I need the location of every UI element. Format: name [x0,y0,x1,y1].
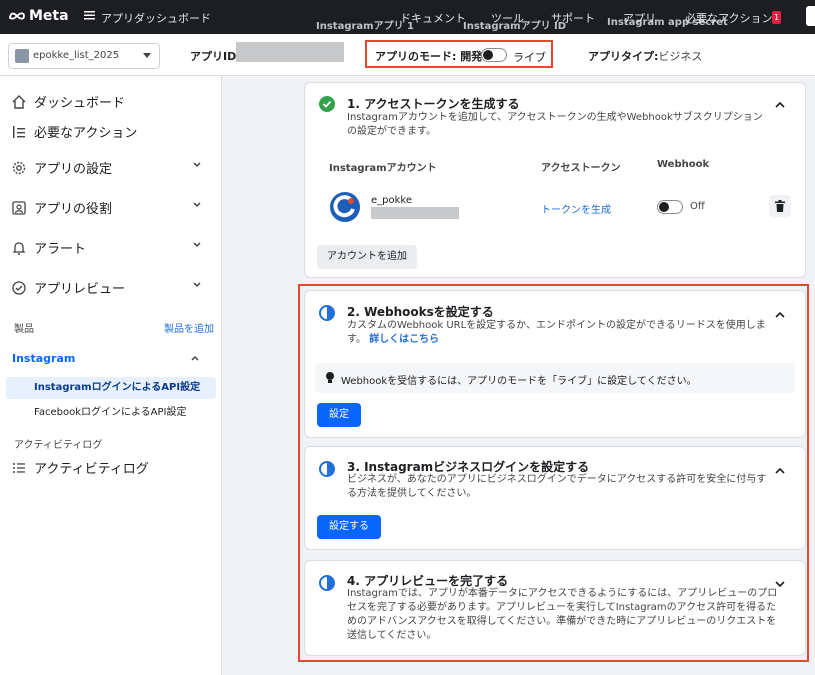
home-icon [10,93,28,111]
avatar [329,191,361,223]
app-mode-control: アプリのモード: 開発 ライブ [365,40,553,68]
info-callout: Webhookを受信するには、アプリのモードを「ライブ」に設定してください。 [315,363,795,393]
step-card-webhooks: 2. Webhooksを設定する カスタムのWebhook URLを設定するか、… [304,290,806,438]
info-callout-text: Webhookを受信するには、アプリのモードを「ライブ」に設定してください。 [341,376,697,387]
app-dashboard-title[interactable]: アプリダッシュボード [101,10,211,26]
set-up-button[interactable]: 設定する [317,515,381,539]
app-id-redacted [236,42,344,62]
chevron-up-icon[interactable] [775,101,785,108]
learn-more-link[interactable]: 詳しくはこちら [369,334,439,345]
sidebar-label: 必要なアクション [34,126,138,141]
half-circle-icon [319,305,335,321]
app-type: アプリタイプ:ビジネス [588,48,702,64]
bulleted-list-icon [10,459,28,477]
sidebar-item-ig-login-api[interactable]: InstagramログインによるAPI設定 [6,377,216,399]
column-header-token: アクセストークン [541,163,621,174]
add-product-link[interactable]: 製品を追加 [164,320,214,335]
app-mode-label: アプリのモード: 開発 [375,50,483,63]
app-mode-toggle[interactable] [481,48,507,62]
app-selector[interactable]: epokke_list_2025 [8,43,160,69]
chevron-down-icon [193,282,201,288]
app-header-bar: epokke_list_2025 アプリID: アプリのモード: 開発 ライブ … [0,34,815,76]
nav-tools[interactable]: ツール [491,10,524,26]
app-id-label: アプリID: [190,50,241,63]
chevron-up-icon[interactable] [775,311,785,318]
sidebar-label: アプリの設定 [34,162,113,177]
configure-button[interactable]: 設定 [317,403,361,427]
step-description: Instagramアカウントを追加して、アクセストークンの生成やWebhookサ… [347,112,763,137]
sidebar-label: アプリレビュー [34,282,126,297]
step-description: ビジネスが、あなたのアプリにビジネスログインでデータにアクセスする許可を安全に付… [347,474,767,499]
sidebar-item-fb-login-api[interactable]: FacebookログインによるAPI設定 [6,402,216,424]
webhook-state: Off [690,201,705,212]
profile-button[interactable] [806,6,815,26]
step-description: Instagramでは、アプリが本番データにアクセスできるようにするには、アプリ… [347,588,778,641]
menu-icon[interactable] [84,10,95,20]
top-nav: Meta アプリダッシュボード Instagramアプリ 1 Instagram… [0,0,815,34]
sidebar-label: アプリの役割 [34,202,113,217]
products-section-label: 製品 [14,324,34,335]
sidebar-item-required-actions[interactable]: 必要なアクション [10,122,137,141]
step-card-business-login: 3. Instagramビジネスログインを設定する ビジネスが、あなたのアプリに… [304,446,806,550]
activity-log-section-label: アクティビティログ [14,440,103,451]
app-icon [15,49,29,63]
add-account-button[interactable]: アカウントを追加 [317,245,417,269]
sidebar-label: ダッシュボード [34,96,126,111]
app-type-label: アプリタイプ: [588,50,659,63]
delete-account-button[interactable] [769,195,791,217]
sidebar-item-alerts[interactable]: アラート [10,238,210,257]
half-circle-icon [319,575,335,591]
step-card-access-token: 1. アクセストークンを生成する Instagramアカウントを追加して、アクセ… [304,82,806,278]
gear-icon [10,159,28,177]
sidebar: ダッシュボード 必要なアクション アプリの設定 アプリの役割 アラート アプリレ… [0,76,222,675]
column-header-webhook: Webhook [657,159,710,170]
meta-logo-text: Meta [29,8,69,24]
required-actions-badge: 1 [772,11,781,24]
chevron-down-icon [193,202,201,208]
chevron-down-icon [193,242,201,248]
step-card-app-review: 4. アプリレビューを完了する Instagramでは、アプリが本番データにアク… [304,560,806,656]
chevron-down-icon[interactable] [775,581,785,588]
sidebar-item-dashboard[interactable]: ダッシュボード [10,92,125,111]
bell-icon [10,239,28,257]
sidebar-item-activity-log[interactable]: アクティビティログ [10,458,149,477]
sidebar-label: アラート [34,242,87,257]
app-type-value: ビジネス [658,50,703,63]
chevron-up-icon[interactable] [775,467,785,474]
account-name: e_pokke [371,195,412,206]
half-circle-icon [319,461,335,477]
column-header-account: Instagramアカウント [329,163,437,174]
step-description: カスタムのWebhook URLを設定するか、エンドポイントの設定ができるリード… [347,319,767,347]
generate-token-link[interactable]: トークンを生成 [541,201,611,216]
step-title: 1. アクセストークンを生成する [347,97,520,111]
chevron-up-icon[interactable] [191,355,199,361]
trash-icon [775,200,785,212]
nav-apps[interactable]: アプリ [623,10,656,26]
step-title: 2. Webhooksを設定する [347,305,494,319]
id-badge-icon [10,199,28,217]
nav-support[interactable]: サポート [551,10,595,26]
account-id-redacted [371,207,459,219]
lightbulb-icon [326,372,334,383]
check-shield-icon [10,279,28,297]
sidebar-item-instagram[interactable]: Instagram [12,352,75,365]
check-circle-icon [319,96,335,112]
sidebar-item-app-review[interactable]: アプリレビュー [10,278,210,297]
list-icon [10,123,28,141]
sidebar-label: アクティビティログ [34,462,149,477]
meta-logo[interactable]: Meta [8,8,69,24]
chevron-down-icon [193,162,201,168]
webhook-toggle[interactable] [657,200,683,214]
sidebar-item-app-roles[interactable]: アプリの役割 [10,198,210,217]
caret-down-icon [143,53,151,58]
nav-required-actions[interactable]: 必要なアクション [685,10,772,26]
app-mode-live-label: ライブ [513,51,546,64]
meta-infinity-icon [9,12,25,20]
nav-docs[interactable]: ドキュメント [400,10,466,26]
app-selector-value: epokke_list_2025 [33,50,120,61]
sidebar-item-app-settings[interactable]: アプリの設定 [10,158,210,177]
